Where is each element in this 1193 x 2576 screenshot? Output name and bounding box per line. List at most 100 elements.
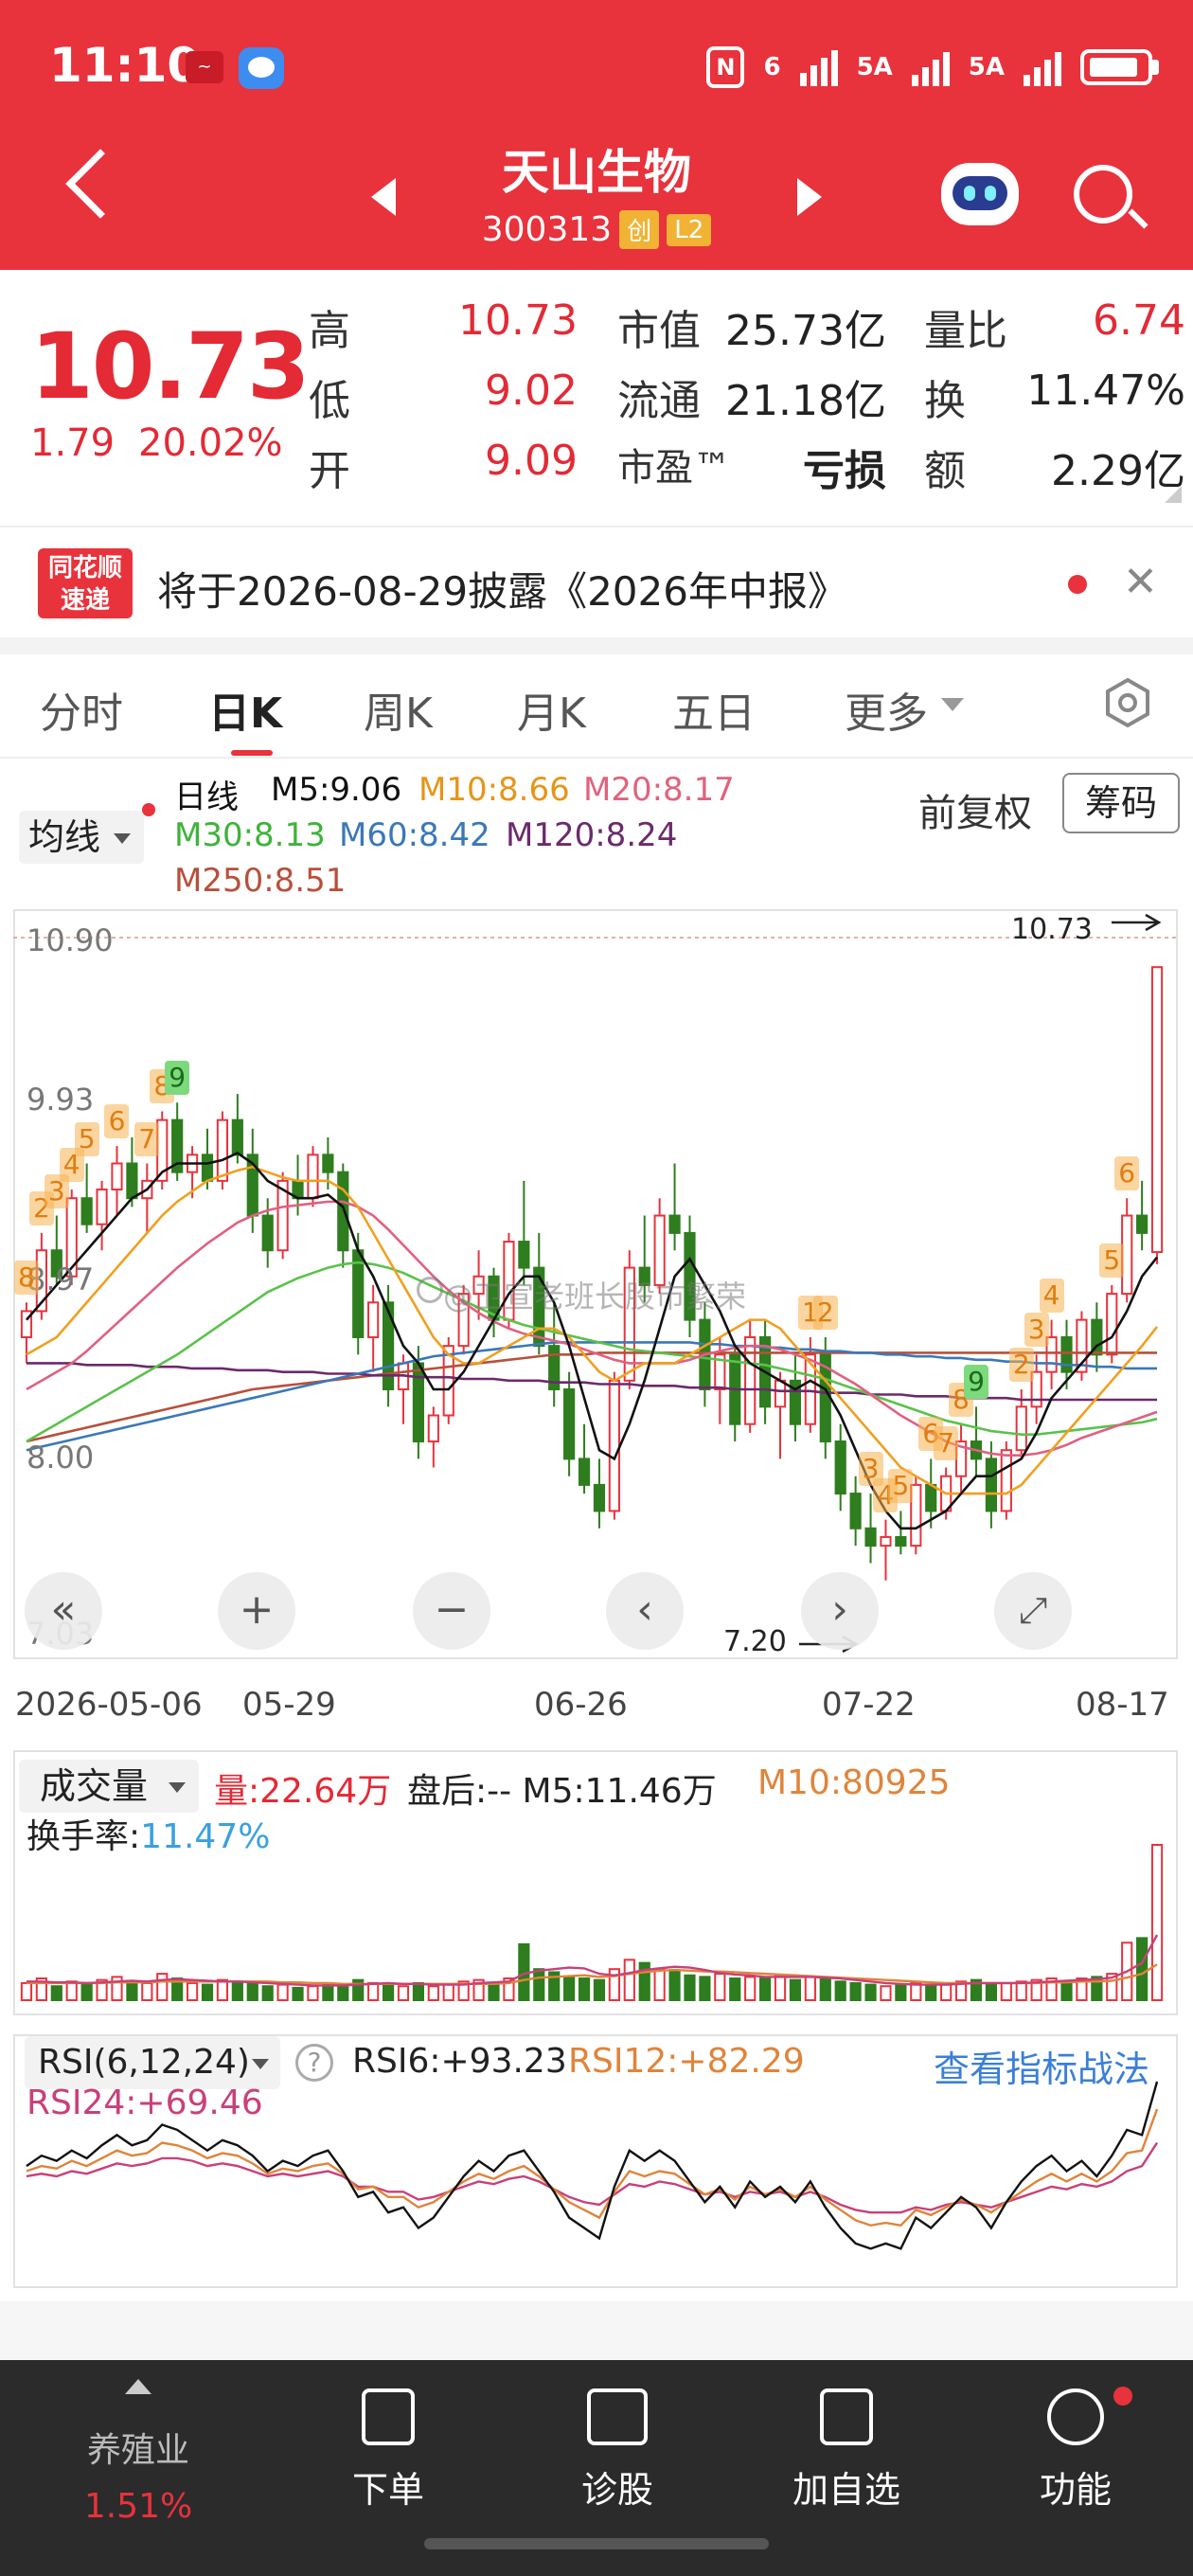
search-icon[interactable] bbox=[1074, 165, 1132, 224]
ma120-value: M120:8.24 bbox=[506, 816, 678, 854]
td-sequence-badge: 5 bbox=[1099, 1243, 1125, 1278]
tab-more[interactable]: 更多 bbox=[845, 679, 928, 740]
td-sequence-badge: 5 bbox=[888, 1469, 914, 1504]
menu-circle-icon bbox=[1047, 2388, 1104, 2445]
volume-bar bbox=[337, 1983, 349, 2002]
fast-rewind-icon[interactable]: « bbox=[25, 1572, 102, 1650]
industry-change: 1.51% bbox=[83, 2487, 193, 2526]
notice-banner[interactable]: 同花顺 速递 将于2026-08-29披露《2026年中报》 ✕ bbox=[0, 526, 1193, 637]
high-arrow-icon bbox=[1112, 913, 1162, 932]
volume-bar bbox=[231, 1980, 243, 2002]
notice-text[interactable]: 将于2026-08-29披露《2026年中报》 bbox=[157, 560, 847, 617]
tab-daily-k[interactable]: 日K bbox=[208, 679, 282, 740]
volume-bar bbox=[758, 1977, 772, 2001]
volume-value: 量:22.64万 bbox=[214, 1772, 392, 1811]
candle bbox=[895, 1511, 907, 1555]
scroll-left-icon[interactable]: ‹ bbox=[606, 1572, 684, 1650]
adjust-toggle[interactable]: 前复权 bbox=[918, 782, 1032, 837]
volume-bar bbox=[126, 1980, 138, 2002]
order-button[interactable]: 下单 bbox=[294, 2360, 483, 2549]
tab-five-day[interactable]: 五日 bbox=[672, 679, 756, 740]
volume-ma5-line bbox=[26, 1934, 1159, 1987]
candle bbox=[1150, 966, 1164, 1264]
daily-label: 日线 bbox=[174, 778, 239, 816]
expand-corner-icon[interactable] bbox=[1165, 486, 1182, 503]
volume-bar bbox=[276, 1983, 289, 2002]
indicator-strategy-link[interactable]: 查看指标战法 bbox=[934, 2040, 1149, 2092]
close-icon[interactable]: ✕ bbox=[1123, 558, 1158, 606]
scroll-right-icon[interactable]: › bbox=[801, 1572, 879, 1650]
zoom-in-icon[interactable]: + bbox=[218, 1572, 295, 1650]
volume-indicator-selector[interactable]: 成交量 bbox=[19, 1760, 199, 1813]
ma5-value: M5:9.06 bbox=[271, 771, 402, 809]
candle bbox=[141, 1163, 153, 1233]
expand-up-icon[interactable] bbox=[125, 2379, 151, 2394]
high-value: 10.73 bbox=[458, 296, 578, 345]
weibo-icon bbox=[417, 1277, 443, 1303]
next-stock-icon[interactable] bbox=[797, 178, 822, 216]
volume-bar bbox=[307, 1985, 319, 2002]
tab-weekly-k[interactable]: 周K bbox=[364, 679, 433, 740]
x-tick-label: 06-26 bbox=[534, 1686, 628, 1724]
td-sequence-badge: 8 bbox=[13, 1261, 39, 1296]
diagnose-button[interactable]: 诊股 bbox=[523, 2360, 712, 2549]
candle bbox=[111, 1146, 123, 1216]
volume-bar bbox=[382, 1983, 395, 2002]
home-indicator[interactable] bbox=[424, 2538, 769, 2549]
notice-logo: 同花顺 速递 bbox=[38, 548, 133, 618]
candle bbox=[1136, 1180, 1148, 1251]
zoom-out-icon[interactable]: − bbox=[413, 1572, 490, 1650]
industry-name[interactable]: 养殖业 bbox=[34, 2423, 242, 2472]
volume-bar bbox=[1000, 1981, 1012, 2002]
volume-bar bbox=[65, 1980, 78, 2002]
chips-button[interactable]: 筹码 bbox=[1062, 773, 1180, 833]
candle bbox=[608, 1371, 620, 1520]
x-tick-label: 2026-05-06 bbox=[15, 1686, 203, 1724]
rsi24-value: RSI24:+69.46 bbox=[27, 2084, 263, 2122]
function-badge-dot bbox=[1113, 2387, 1132, 2406]
last-price: 10.73 bbox=[30, 313, 311, 420]
tab-monthly-k[interactable]: 月K bbox=[517, 679, 586, 740]
rsi-indicator-selector[interactable]: RSI(6,12,24) bbox=[25, 2036, 280, 2089]
fullscreen-icon[interactable]: ⤢ bbox=[994, 1572, 1072, 1650]
volume-bar bbox=[412, 1981, 425, 2002]
volume-bar bbox=[653, 1968, 666, 2001]
level2-tag[interactable]: L2 bbox=[667, 213, 712, 246]
volume-bar bbox=[201, 1983, 214, 2002]
volume-bar bbox=[684, 1974, 696, 2001]
help-icon[interactable]: ? bbox=[295, 2044, 333, 2082]
volume-bar bbox=[216, 1978, 229, 2001]
candle bbox=[1091, 1302, 1103, 1372]
ma-selector[interactable]: 均线 bbox=[19, 811, 144, 864]
volume-bar bbox=[427, 1985, 439, 2002]
high-label: 高 bbox=[309, 307, 350, 355]
volume-bar bbox=[186, 1981, 199, 2002]
ai-assistant-icon[interactable] bbox=[941, 163, 1019, 225]
back-icon[interactable] bbox=[65, 149, 135, 219]
active-tab-indicator bbox=[231, 750, 273, 756]
td-sequence-badge: 2 bbox=[1008, 1348, 1034, 1382]
prev-stock-icon[interactable] bbox=[371, 178, 396, 216]
volume-bar bbox=[50, 1985, 62, 2002]
volume-bar bbox=[864, 1983, 877, 2002]
candle bbox=[1106, 1284, 1118, 1364]
volume-bar bbox=[729, 1977, 741, 2001]
tab-intraday[interactable]: 分时 bbox=[40, 679, 123, 740]
td-sequence-badge: 2 bbox=[812, 1295, 838, 1330]
stock-code: 300313 bbox=[481, 210, 613, 249]
order-icon bbox=[362, 2388, 415, 2445]
td-sequence-badge: 3 bbox=[1024, 1313, 1049, 1348]
volume-bar bbox=[246, 1981, 258, 2002]
td-sequence-badge: 9 bbox=[963, 1365, 988, 1400]
volume-bar bbox=[623, 1959, 635, 2001]
watermark: @卫宣老班长股市繁荣 bbox=[443, 1279, 747, 1315]
volume-bar bbox=[925, 1985, 937, 2002]
volume-bar bbox=[292, 1986, 304, 2002]
quote-panel: 10.73 1.79 20.02% 高 10.73 低 9.02 开 9.09 … bbox=[0, 270, 1193, 526]
settings-hex-icon[interactable] bbox=[1102, 677, 1153, 728]
ma20-line bbox=[26, 1200, 1158, 1458]
signal2-icon bbox=[1024, 48, 1061, 86]
add-watchlist-button[interactable]: 加自选 bbox=[752, 2360, 941, 2549]
candle bbox=[1000, 1441, 1012, 1520]
function-button[interactable]: 功能 bbox=[981, 2360, 1170, 2549]
